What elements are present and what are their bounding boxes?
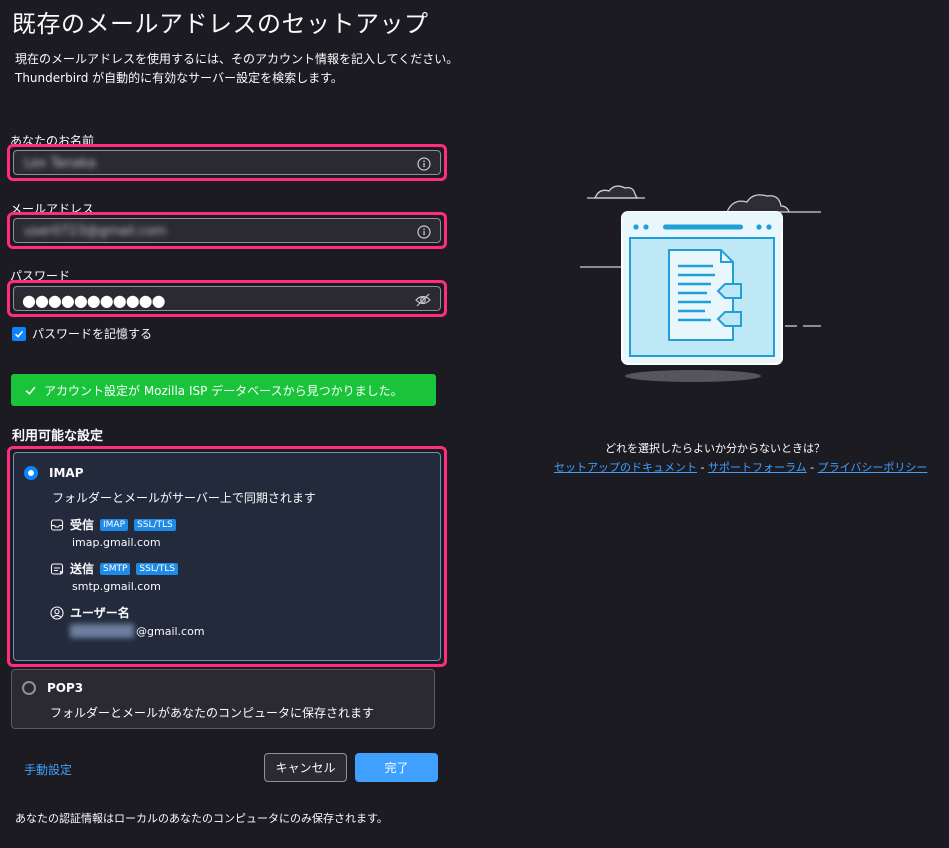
password-input[interactable]: ●●●●●●●●●●● <box>13 286 441 311</box>
incoming-host: imap.gmail.com <box>72 536 161 549</box>
pop3-radio[interactable] <box>22 681 36 695</box>
password-value: ●●●●●●●●●●● <box>22 291 166 310</box>
pop3-name: POP3 <box>47 681 84 695</box>
username-label: ユーザー名 <box>70 606 130 620</box>
incoming-protocol-badge: IMAP <box>100 518 129 531</box>
imap-description: フォルダーとメールがサーバー上で同期されます <box>52 491 316 505</box>
username-value: @gmail.com <box>136 624 205 638</box>
cancel-button[interactable]: キャンセル <box>264 753 347 782</box>
username-row: ユーザー名 <box>50 604 130 621</box>
incoming-security-badge: SSL/TLS <box>134 518 176 531</box>
check-icon <box>14 330 24 338</box>
remember-password-label: パスワードを記憶する <box>32 327 153 341</box>
outgoing-security-badge: SSL/TLS <box>136 562 179 575</box>
page-description: 現在のメールアドレスを使用するには、そのアカウント情報を記入してください。 Th… <box>15 50 458 88</box>
setup-docs-link[interactable]: セットアップのドキュメント <box>554 461 697 474</box>
outgoing-protocol-badge: SMTP <box>100 562 131 575</box>
cloud-right-icon <box>726 194 821 213</box>
username-value-row: @gmail.com <box>70 624 205 638</box>
name-input[interactable]: Lex Tanaka <box>13 150 441 175</box>
description-line-2: Thunderbird が自動的に有効なサーバー設定を検索します。 <box>15 71 343 85</box>
incoming-label: 受信 <box>70 518 95 532</box>
config-found-banner: アカウント設定が Mozilla ISP データベースから見つかりました。 <box>11 374 436 406</box>
setup-illustration <box>580 185 821 382</box>
help-links: セットアップのドキュメント - サポートフォーラム - プライバシーポリシー <box>554 459 927 475</box>
support-forum-link[interactable]: サポートフォーラム <box>708 461 807 474</box>
password-field-highlight: ●●●●●●●●●●● <box>7 280 447 317</box>
outbox-icon <box>50 562 64 575</box>
user-icon <box>50 605 64 620</box>
email-input[interactable]: user0723@gmail.com <box>13 218 441 243</box>
available-config-heading: 利用可能な設定 <box>12 429 104 444</box>
eye-slash-icon[interactable] <box>415 293 431 307</box>
imap-option[interactable]: IMAP フォルダーとメールがサーバー上で同期されます 受信 IMAP SSL/… <box>13 452 441 661</box>
inbox-icon <box>50 518 64 531</box>
config-found-text: アカウント設定が Mozilla ISP データベースから見つかりました。 <box>44 383 403 398</box>
cloud-left-icon <box>587 185 645 199</box>
info-icon[interactable] <box>417 157 431 171</box>
outgoing-host: smtp.gmail.com <box>72 580 161 593</box>
manual-config-link[interactable]: 手動設定 <box>24 761 72 778</box>
privacy-policy-link[interactable]: プライバシーポリシー <box>818 461 928 474</box>
info-icon[interactable] <box>417 225 431 239</box>
link-separator: - <box>697 461 708 474</box>
email-field-highlight: user0723@gmail.com <box>7 212 447 249</box>
imap-radio[interactable] <box>24 466 38 480</box>
incoming-server-row: 受信 IMAP SSL/TLS <box>50 516 176 533</box>
outgoing-label: 送信 <box>70 562 95 576</box>
pop3-description: フォルダーとメールがあなたのコンピュータに保存されます <box>50 706 375 720</box>
link-separator: - <box>806 461 818 474</box>
pop3-option[interactable]: POP3 フォルダーとメールがあなたのコンピュータに保存されます <box>11 669 435 729</box>
page-title: 既存のメールアドレスのセットアップ <box>12 10 429 38</box>
name-field-highlight: Lex Tanaka <box>7 144 447 181</box>
description-line-1: 現在のメールアドレスを使用するには、そのアカウント情報を記入してください。 <box>15 52 459 66</box>
remember-password-checkbox[interactable] <box>12 326 26 341</box>
name-value: Lex Tanaka <box>24 156 96 171</box>
imap-option-highlight: IMAP フォルダーとメールがサーバー上で同期されます 受信 IMAP SSL/… <box>7 446 447 667</box>
remember-password-row[interactable]: パスワードを記憶する <box>12 325 152 342</box>
outgoing-server-row: 送信 SMTP SSL/TLS <box>50 560 179 577</box>
redacted-username <box>70 624 134 638</box>
credentials-note: あなたの認証情報はローカルのあなたのコンピュータにのみ保存されます。 <box>15 812 388 825</box>
check-icon <box>25 386 36 395</box>
document-icon <box>668 249 742 341</box>
help-question: どれを選択したらよいか分からないときは？ <box>605 442 825 455</box>
imap-name: IMAP <box>49 466 84 480</box>
done-button[interactable]: 完了 <box>355 753 438 782</box>
email-value: user0723@gmail.com <box>24 224 167 239</box>
